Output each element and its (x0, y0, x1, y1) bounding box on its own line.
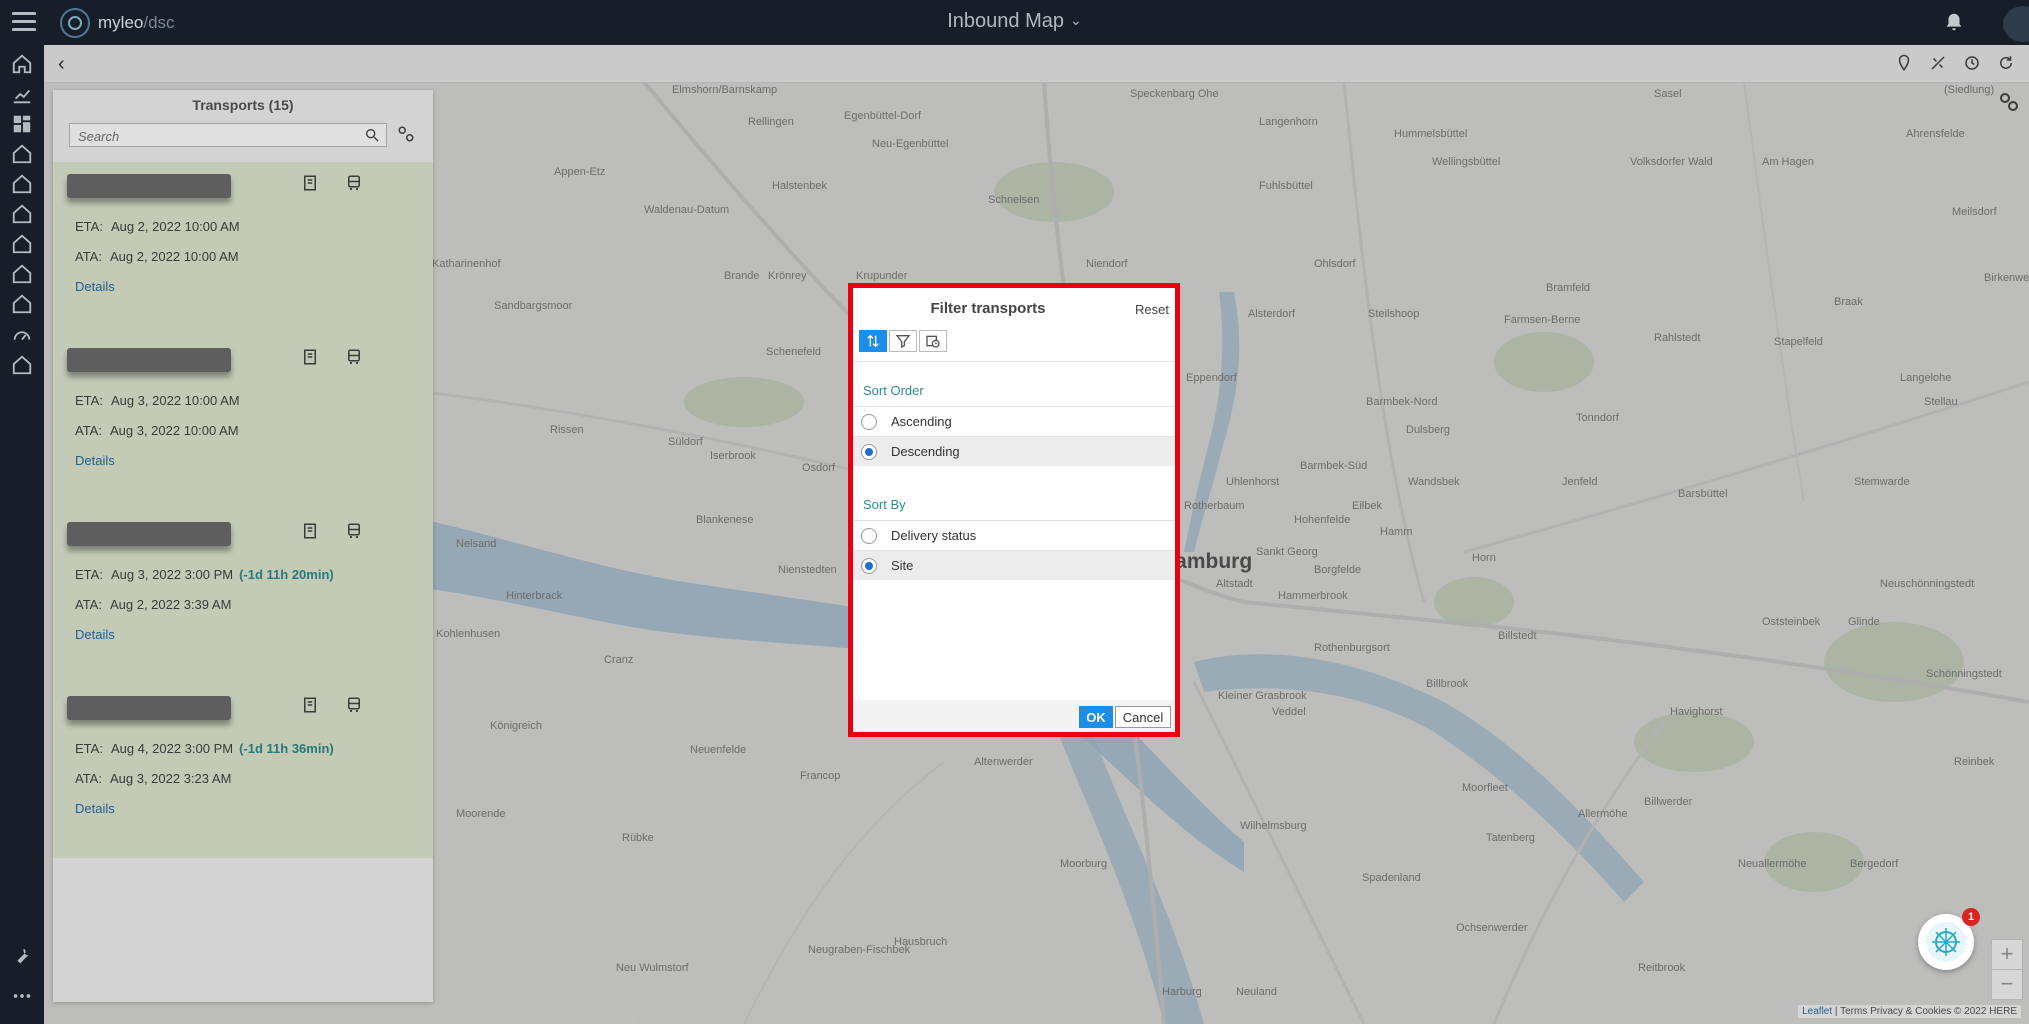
dialog-separator (853, 361, 1175, 362)
notification-badge: 1 (1962, 908, 1980, 926)
filter-transports-dialog: Filter transports Reset Sort Order Ascen… (848, 283, 1180, 737)
radio-delivery-status[interactable] (861, 528, 877, 544)
radio-descending[interactable] (861, 444, 877, 460)
sort-order-descending[interactable]: Descending (853, 436, 1175, 466)
tab-filter[interactable] (889, 330, 917, 352)
ok-button[interactable]: OK (1079, 706, 1113, 728)
radio-site[interactable] (861, 558, 877, 574)
option-label: Site (891, 558, 914, 573)
sort-by-site[interactable]: Site (853, 550, 1175, 580)
tab-schedule[interactable] (919, 330, 947, 352)
sort-order-label: Sort Order (863, 383, 924, 398)
sort-by-delivery-status[interactable]: Delivery status (853, 520, 1175, 550)
option-label: Delivery status (891, 528, 977, 543)
dialog-title: Filter transports (930, 300, 1046, 317)
dialog-footer: OK Cancel (853, 700, 1175, 732)
assistant-logo-icon (1926, 922, 1966, 962)
calendar-clock-icon (926, 335, 940, 348)
sort-by-label: Sort By (863, 497, 906, 512)
radio-ascending[interactable] (861, 414, 877, 430)
tab-sort[interactable] (859, 330, 887, 352)
sort-order-ascending[interactable]: Ascending (853, 406, 1175, 436)
option-label: Descending (891, 444, 960, 459)
filter-icon (895, 335, 911, 349)
assistant-chat-button[interactable]: 1 (1918, 908, 1980, 970)
sort-icon (867, 334, 879, 348)
reset-button[interactable]: Reset (1135, 302, 1169, 317)
option-label: Ascending (891, 414, 952, 429)
dialog-tabs (859, 330, 949, 352)
cancel-button[interactable]: Cancel (1115, 706, 1171, 728)
